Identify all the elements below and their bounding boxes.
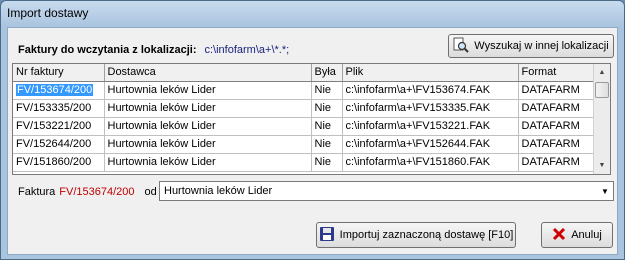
imported-flag-cell[interactable]: Nie	[311, 99, 343, 118]
scroll-down-arrow-icon[interactable]: ▼	[594, 157, 610, 174]
column-header-nr-faktury[interactable]: Nr faktury	[13, 64, 105, 82]
scroll-up-arrow-icon[interactable]: ▲	[594, 64, 610, 81]
magnifier-document-icon	[453, 37, 470, 56]
format-cell[interactable]: DATAFARM	[518, 153, 595, 172]
invoice-number-cell[interactable]: FV/153335/200	[13, 99, 105, 118]
search-other-location-button[interactable]: Wyszukaj w innej lokalizacji	[448, 34, 614, 58]
table-row[interactable]: FV/153221/200 Hurtownia leków Lider Nie c:\…	[13, 117, 595, 136]
red-x-icon	[552, 227, 566, 244]
format-cell[interactable]: DATAFARM	[518, 117, 595, 136]
file-path-cell[interactable]: c:\infofarm\a+\FV151860.FAK	[342, 153, 519, 172]
cancel-button-label: Anuluj	[571, 229, 602, 241]
import-button-label: Importuj zaznaczoną dostawę [F10]	[339, 229, 514, 241]
format-cell[interactable]: DATAFARM	[518, 81, 595, 100]
supplier-select-value: Hurtownia leków Lider	[164, 185, 273, 197]
import-selected-delivery-button[interactable]: Importuj zaznaczoną dostawę [F10]	[316, 222, 516, 248]
od-label: od	[144, 186, 157, 198]
imported-flag-cell[interactable]: Nie	[311, 135, 343, 154]
supplier-cell[interactable]: Hurtownia leków Lider	[104, 99, 312, 118]
source-location-path: c:\infofarm\a+\*.*;	[204, 44, 290, 56]
chevron-down-icon[interactable]: ▼	[597, 182, 613, 200]
invoice-number-cell[interactable]: FV/151860/200	[13, 153, 105, 172]
selected-invoice-row: Faktura FV/153674/200 od	[18, 186, 157, 198]
imported-flag-cell[interactable]: Nie	[311, 81, 343, 100]
window-title: Import dostawy	[7, 6, 89, 20]
supplier-cell[interactable]: Hurtownia leków Lider	[104, 153, 312, 172]
import-dialog: Import dostawy Faktury do wczytania z lo…	[0, 0, 625, 260]
imported-flag-cell[interactable]: Nie	[311, 153, 343, 172]
cancel-button[interactable]: Anuluj	[541, 222, 613, 248]
source-location-label: Faktury do wczytania z lokalizacji:	[18, 44, 197, 56]
column-header-dostawca[interactable]: Dostawca	[104, 64, 312, 82]
search-other-location-label: Wyszukaj w innej lokalizacji	[474, 40, 609, 52]
table-vertical-scrollbar[interactable]: ▲ ▼	[593, 64, 610, 174]
supplier-cell[interactable]: Hurtownia leków Lider	[104, 81, 312, 100]
dialog-client-area: Faktury do wczytania z lokalizacji: c:\in…	[7, 27, 618, 255]
file-path-cell[interactable]: c:\infofarm\a+\FV153221.FAK	[342, 117, 519, 136]
faktura-label: Faktura	[18, 186, 56, 198]
file-path-cell[interactable]: c:\infofarm\a+\FV152644.FAK	[342, 135, 519, 154]
table-row[interactable]: FV/153674/200 Hurtownia leków Lider Nie c:\…	[13, 81, 595, 100]
column-header-plik[interactable]: Plik	[342, 64, 519, 82]
format-cell[interactable]: DATAFARM	[518, 99, 595, 118]
table-row[interactable]: FV/152644/200 Hurtownia leków Lider Nie c:\…	[13, 135, 595, 154]
column-header-byla[interactable]: Była	[311, 64, 343, 82]
supplier-select[interactable]: Hurtownia leków Lider ▼	[159, 181, 614, 201]
scroll-thumb[interactable]	[595, 82, 609, 98]
floppy-disk-icon	[319, 226, 335, 245]
invoice-number-cell[interactable]: FV/153674/200	[13, 81, 105, 100]
column-header-format[interactable]: Format	[518, 64, 595, 82]
supplier-cell[interactable]: Hurtownia leków Lider	[104, 117, 312, 136]
file-path-cell[interactable]: c:\infofarm\a+\FV153335.FAK	[342, 99, 519, 118]
table-row[interactable]: FV/153335/200 Hurtownia leków Lider Nie c:\…	[13, 99, 595, 118]
invoice-table: Nr faktury Dostawca Była Plik Format FV/1536…	[12, 63, 611, 175]
imported-flag-cell[interactable]: Nie	[311, 117, 343, 136]
supplier-cell[interactable]: Hurtownia leków Lider	[104, 135, 312, 154]
table-row[interactable]: FV/151860/200 Hurtownia leków Lider Nie c:\…	[13, 153, 595, 172]
invoice-number-cell[interactable]: FV/153221/200	[13, 117, 105, 136]
source-location-heading: Faktury do wczytania z lokalizacji: c:\in…	[18, 44, 289, 56]
invoice-number-cell[interactable]: FV/152644/200	[13, 135, 105, 154]
selected-invoice-number: FV/153674/200	[59, 186, 135, 198]
file-path-cell[interactable]: c:\infofarm\a+\FV153674.FAK	[342, 81, 519, 100]
selected-cell-text: FV/153674/200	[16, 84, 94, 96]
format-cell[interactable]: DATAFARM	[518, 135, 595, 154]
